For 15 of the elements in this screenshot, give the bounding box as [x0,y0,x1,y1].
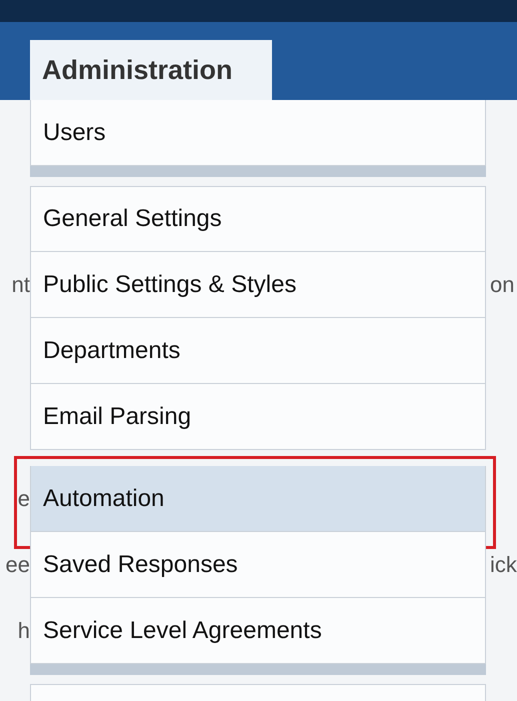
background-text: on [489,272,516,298]
menu-item[interactable]: Users [30,100,486,166]
menu-item[interactable]: Email Parsing [30,384,486,450]
background-text: ick [489,552,517,578]
menu-item[interactable]: Public Settings & Styles [30,252,486,318]
background-text: e [16,486,30,512]
background-text: h [16,618,30,644]
menu-item[interactable]: Saved Responses [30,532,486,598]
menu-item[interactable]: Departments [30,318,486,384]
background-text: nt [10,272,30,298]
menu-item[interactable]: Service Level Agreements [30,598,486,664]
menu-item[interactable]: Automation [30,466,486,532]
administration-tab[interactable]: Administration [30,40,272,100]
menu-item[interactable]: General Settings [30,186,486,252]
background-text: ee [4,552,30,578]
